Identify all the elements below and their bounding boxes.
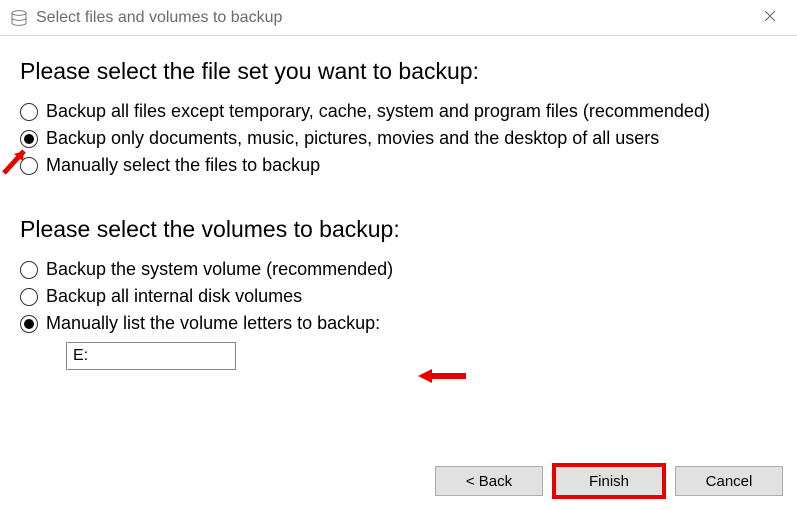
cancel-button[interactable]: Cancel	[675, 466, 783, 496]
dialog-content: Please select the file set you want to b…	[0, 36, 797, 370]
fileset-option-manual[interactable]: Manually select the files to backup	[20, 155, 777, 176]
radio-icon[interactable]	[20, 103, 38, 121]
volumes-option-all[interactable]: Backup all internal disk volumes	[20, 286, 777, 307]
volumes-heading: Please select the volumes to backup:	[20, 216, 777, 243]
radio-icon[interactable]	[20, 157, 38, 175]
titlebar: Select files and volumes to backup	[0, 0, 797, 36]
manual-volume-input[interactable]	[66, 342, 236, 370]
finish-button[interactable]: Finish	[555, 466, 663, 496]
fileset-option-label: Backup all files except temporary, cache…	[46, 101, 710, 122]
back-button[interactable]: < Back	[435, 466, 543, 496]
radio-icon[interactable]	[20, 315, 38, 333]
fileset-option-label: Manually select the files to backup	[46, 155, 320, 176]
fileset-heading: Please select the file set you want to b…	[20, 58, 777, 85]
radio-icon[interactable]	[20, 288, 38, 306]
fileset-option-label: Backup only documents, music, pictures, …	[46, 128, 659, 149]
volumes-option-system[interactable]: Backup the system volume (recommended)	[20, 259, 777, 280]
manual-volume-input-row	[66, 342, 777, 370]
fileset-option-all[interactable]: Backup all files except temporary, cache…	[20, 101, 777, 122]
radio-icon[interactable]	[20, 130, 38, 148]
radio-icon[interactable]	[20, 261, 38, 279]
window-title: Select files and volumes to backup	[36, 9, 753, 27]
volumes-option-label: Manually list the volume letters to back…	[46, 313, 380, 334]
volumes-option-label: Backup the system volume (recommended)	[46, 259, 393, 280]
volumes-option-manual[interactable]: Manually list the volume letters to back…	[20, 313, 777, 334]
database-icon	[10, 9, 28, 27]
fileset-option-docs[interactable]: Backup only documents, music, pictures, …	[20, 128, 777, 149]
button-row: < Back Finish Cancel	[435, 466, 783, 496]
close-icon[interactable]	[753, 9, 787, 26]
volumes-option-label: Backup all internal disk volumes	[46, 286, 302, 307]
